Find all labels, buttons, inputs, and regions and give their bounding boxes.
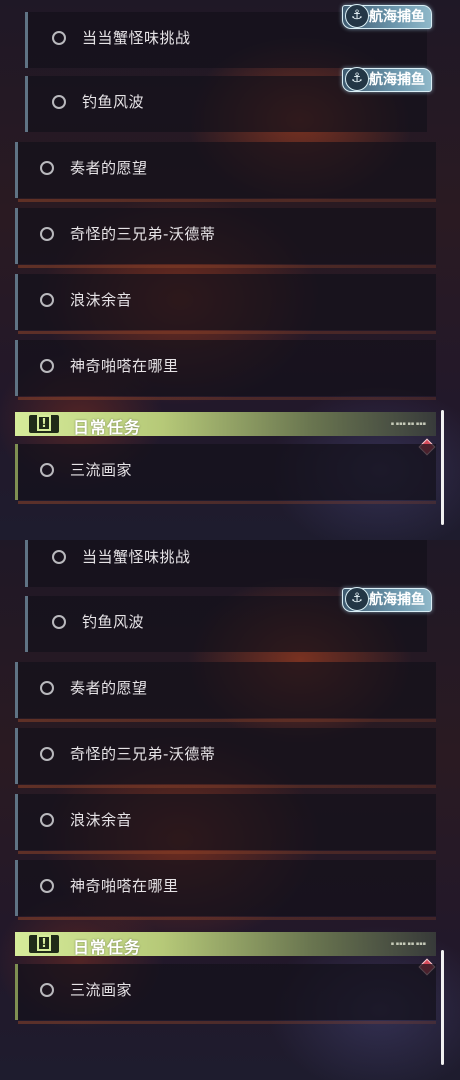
quest-status-circle-icon (40, 293, 54, 307)
quest-status-circle-icon (40, 161, 54, 175)
quest-status-circle-icon (40, 463, 54, 477)
quest-item-label: 钓鱼风波 (82, 93, 145, 111)
quest-status-circle-icon (40, 227, 54, 241)
exclamation-icon: ! (29, 415, 59, 433)
quest-item-crab-challenge[interactable]: 当当蟹怪味挑战 (25, 540, 427, 587)
quest-item-foam-echo[interactable]: 浪沫余音 (15, 794, 436, 854)
quest-item-performer-wish[interactable]: 奏者的愿望 (15, 662, 436, 722)
anchor-icon: ⚓ (345, 587, 369, 611)
quest-item-third-rate-painter[interactable]: 三流画家 (15, 964, 436, 1024)
tag-label: 航海捕鱼 (369, 72, 425, 88)
quest-item-third-rate-painter[interactable]: 三流画家 (15, 444, 436, 504)
quest-item-label: 钓鱼风波 (82, 613, 145, 631)
quest-item-strange-brothers[interactable]: 奇怪的三兄弟-沃德蒂 (15, 728, 436, 788)
quest-item-label: 奏者的愿望 (70, 679, 148, 697)
quest-item-label: 神奇啪嗒在哪里 (70, 357, 179, 375)
quest-status-circle-icon (52, 95, 66, 109)
quest-item-label: 浪沫余音 (70, 811, 133, 829)
daily-quests-title: 日常任务 (73, 938, 142, 957)
quest-status-circle-icon (40, 813, 54, 827)
quest-status-circle-icon (40, 747, 54, 761)
quest-item-foam-echo[interactable]: 浪沫余音 (15, 274, 436, 334)
quest-status-circle-icon (40, 879, 54, 893)
quest-item-where-is-pada[interactable]: 神奇啪嗒在哪里 (15, 340, 436, 400)
quest-status-circle-icon (40, 983, 54, 997)
quest-item-label: 三流画家 (70, 981, 133, 999)
quest-item-strange-brothers[interactable]: 奇怪的三兄弟-沃德蒂 (15, 208, 436, 268)
quest-item-where-is-pada[interactable]: 神奇啪嗒在哪里 (15, 860, 436, 920)
quest-status-circle-icon (40, 681, 54, 695)
header-decoration-text: ▪ ▪▪▪ ▪▪ ▪▪▪ (390, 941, 426, 947)
quest-item-label: 奇怪的三兄弟-沃德蒂 (70, 745, 216, 763)
quest-panel-top: 当当蟹怪味挑战 ⚓ 航海捕鱼 钓鱼风波 ⚓ 航海捕鱼 奏者的愿望 奇怪的三兄弟-… (0, 0, 460, 540)
quest-item-label: 当当蟹怪味挑战 (82, 29, 191, 47)
quest-item-label: 三流画家 (70, 461, 133, 479)
daily-quests-title: 日常任务 (73, 418, 142, 437)
quest-item-label: 神奇啪嗒在哪里 (70, 877, 179, 895)
tag-label: 航海捕鱼 (369, 9, 425, 25)
quest-status-circle-icon (40, 359, 54, 373)
daily-quests-header[interactable]: ! 日常任务 ▪ ▪▪▪ ▪▪ ▪▪▪ (15, 412, 436, 437)
anchor-icon: ⚓ (345, 4, 369, 28)
scrollbar-thumb[interactable] (441, 950, 444, 1065)
quest-status-circle-icon (52, 615, 66, 629)
tag-label: 航海捕鱼 (369, 592, 425, 608)
quest-item-label: 奏者的愿望 (70, 159, 148, 177)
daily-quests-header[interactable]: ! 日常任务 ▪ ▪▪▪ ▪▪ ▪▪▪ (15, 932, 436, 957)
quest-panel-bottom: 当当蟹怪味挑战 钓鱼风波 ⚓ 航海捕鱼 奏者的愿望 奇怪的三兄弟-沃德蒂 浪沫余… (0, 540, 460, 1080)
quest-item-label: 当当蟹怪味挑战 (82, 548, 191, 566)
exclamation-icon: ! (29, 935, 59, 953)
anchor-icon: ⚓ (345, 67, 369, 91)
quest-item-performer-wish[interactable]: 奏者的愿望 (15, 142, 436, 202)
quest-status-circle-icon (52, 550, 66, 564)
sailing-fishing-tag: ⚓ 航海捕鱼 (342, 587, 432, 612)
quest-status-circle-icon (52, 31, 66, 45)
scrollbar-thumb[interactable] (441, 410, 444, 525)
quest-item-label: 奇怪的三兄弟-沃德蒂 (70, 225, 216, 243)
sailing-fishing-tag: ⚓ 航海捕鱼 (342, 4, 432, 29)
header-decoration-text: ▪ ▪▪▪ ▪▪ ▪▪▪ (390, 421, 426, 427)
sailing-fishing-tag: ⚓ 航海捕鱼 (342, 67, 432, 92)
quest-item-label: 浪沫余音 (70, 291, 133, 309)
